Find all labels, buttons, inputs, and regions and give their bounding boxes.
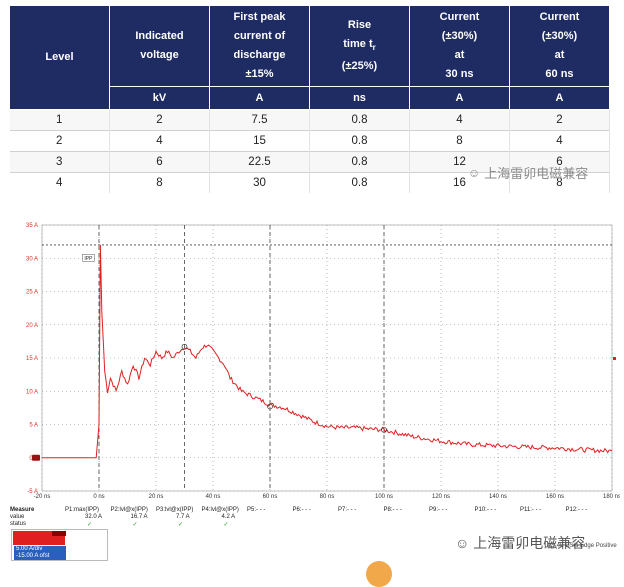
- measure-value: 32.0 A: [85, 514, 103, 520]
- cell: 1: [9, 109, 110, 131]
- table-row: 2 4 15 0.8 8 4: [9, 130, 610, 152]
- channel-marker: [52, 531, 66, 536]
- measure-value: 4.2 A: [221, 514, 236, 520]
- x-tick-label: 0 ns: [93, 494, 104, 500]
- cell: 6: [109, 151, 210, 173]
- channel-scale-text: 5.00 A/div -15.00 A ofst: [14, 546, 66, 560]
- status-check-icon: ✓: [87, 522, 93, 528]
- channel-indicator[interactable]: 5.00 A/div -15.00 A ofst: [11, 529, 108, 561]
- unit-current-30ns: A: [409, 86, 510, 110]
- measure-column-header: P8:- - -: [383, 507, 402, 513]
- ground-marker: [32, 454, 40, 461]
- y-tick-label: 25 A: [26, 290, 38, 296]
- wechat-icon: ☺: [468, 165, 481, 180]
- decorative-circle: [366, 561, 392, 587]
- measure-column-header: P11:- - -: [520, 507, 542, 513]
- measure-value: 16.7 A: [130, 514, 148, 520]
- y-tick-label: 5 A: [29, 423, 38, 429]
- x-tick-label: 20 ns: [149, 494, 164, 500]
- cell: 4: [509, 130, 610, 152]
- unit-peak-current: A: [209, 86, 310, 110]
- measure-title: Measure: [10, 507, 35, 513]
- status-check-icon: ✓: [178, 522, 184, 528]
- measure-column-header: P3:lvl@x(IPP): [156, 507, 194, 513]
- cell: 8: [409, 130, 510, 152]
- wechat-icon: ☺: [455, 535, 470, 551]
- measure-column-header: P1:max(IPP): [65, 507, 100, 513]
- x-tick-label: 180 ns: [603, 494, 620, 500]
- acquisition-info: kS 40 GS/s Edge Positive: [548, 543, 617, 549]
- x-tick-label: 40 ns: [206, 494, 221, 500]
- header-current-60ns: Current (±30%) at 60 ns: [509, 5, 610, 87]
- x-tick-label: 160 ns: [546, 494, 564, 500]
- unit-voltage: kV: [109, 86, 210, 110]
- cell: 22.5: [209, 151, 310, 173]
- unit-current-60ns: A: [509, 86, 610, 110]
- trigger-level-marker: [613, 357, 616, 360]
- header-current-30ns: Current (±30%) at 30 ns: [409, 5, 510, 87]
- watermark-text: 上海雷卯电磁兼容: [484, 166, 589, 181]
- status-label: status: [10, 521, 27, 527]
- y-tick-label: 10 A: [26, 389, 38, 395]
- table-row: 1 2 7.5 0.8 4 2: [9, 109, 610, 131]
- y-tick-label: 30 A: [26, 256, 38, 262]
- x-tick-label: 80 ns: [320, 494, 335, 500]
- measure-table: Measure P1:max(IPP) P2:lvl@x(IPP) P3:lvl@x(…: [10, 507, 620, 528]
- cell: 2: [509, 109, 610, 131]
- status-check-icon: ✓: [132, 522, 138, 528]
- measure-column-header: P9:- - -: [429, 507, 448, 513]
- y-tick-label: 35 A: [26, 223, 38, 229]
- measure-column-header: P10:- - -: [474, 507, 497, 513]
- cell: 30: [209, 172, 310, 193]
- watermark-top: ☺ 上海雷卯电磁兼容: [468, 163, 588, 182]
- cell: 2: [9, 130, 110, 152]
- cell: 2: [109, 109, 210, 131]
- measure-value: 7.7 A: [176, 514, 190, 520]
- measure-column-header: P7:- - -: [338, 507, 357, 513]
- measure-column-header: P12:- - -: [565, 507, 588, 513]
- header-rise-time: Rise time tr (±25%): [309, 5, 410, 87]
- header-first-peak-current: First peak current of discharge ±15%: [209, 5, 310, 87]
- measure-column-header: P2:lvl@x(IPP): [110, 507, 148, 513]
- value-label: value: [10, 514, 25, 520]
- cell: 0.8: [309, 109, 410, 131]
- cell: 4: [9, 172, 110, 193]
- measure-column-header: P5:- - -: [247, 507, 266, 513]
- cell: 3: [9, 151, 110, 173]
- measure-column-header: P6:- - -: [292, 507, 311, 513]
- cell: 0.8: [309, 172, 410, 193]
- x-tick-label: 140 ns: [489, 494, 507, 500]
- cell: 4: [109, 130, 210, 152]
- cell: 7.5: [209, 109, 310, 131]
- cell: 4: [409, 109, 510, 131]
- x-tick-label: 60 ns: [263, 494, 278, 500]
- x-tick-label: -20 ns: [34, 494, 51, 500]
- y-tick-label: 15 A: [26, 356, 38, 362]
- cell: 15: [209, 130, 310, 152]
- measure-column-header: P4:lvl@x(IPP): [201, 507, 239, 513]
- header-indicated-voltage: Indicated voltage: [109, 5, 210, 87]
- ipp-label: IPP: [84, 256, 93, 262]
- x-tick-label: 120 ns: [432, 494, 450, 500]
- header-level: Level: [9, 5, 110, 110]
- cell: 8: [109, 172, 210, 193]
- unit-rise-time: ns: [309, 86, 410, 110]
- y-tick-label: 20 A: [26, 323, 38, 329]
- cell: 0.8: [309, 130, 410, 152]
- x-tick-label: 100 ns: [375, 494, 393, 500]
- cell: 0.8: [309, 151, 410, 173]
- status-check-icon: ✓: [223, 522, 229, 528]
